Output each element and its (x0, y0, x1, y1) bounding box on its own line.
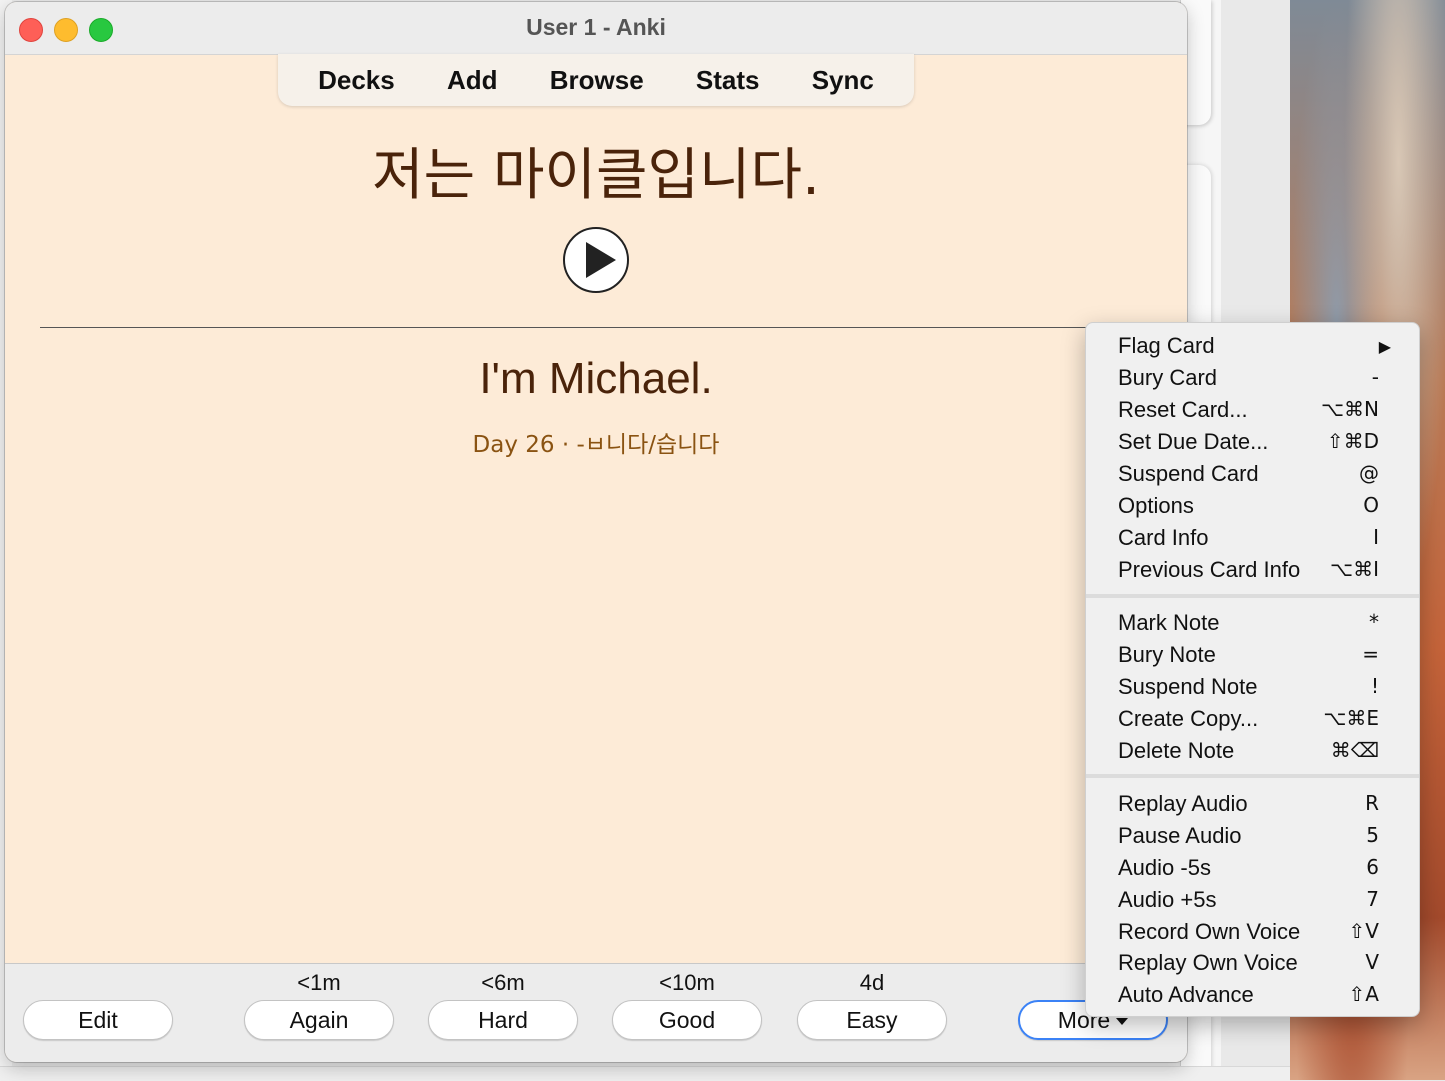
menu-item-auto-advance[interactable]: Auto Advance ⇧A (1086, 978, 1419, 1010)
play-circle-icon[interactable] (563, 227, 629, 293)
window-title: User 1 - Anki (526, 14, 666, 40)
menu-item-label: Delete Note (1118, 738, 1235, 763)
menu-item-shortcut: ⌥⌘N (1320, 397, 1379, 421)
menu-item-label: Mark Note (1118, 610, 1220, 635)
menu-item-label: Audio +5s (1118, 887, 1217, 912)
menu-item-label: Flag Card (1118, 333, 1215, 358)
menu-item-record-own-voice[interactable]: Record Own Voice ⇧V (1086, 915, 1419, 947)
menu-item-shortcut: V (1365, 950, 1379, 974)
menu-item-label: Card Info (1118, 525, 1209, 550)
menu-separator (1086, 594, 1419, 598)
menu-item-label: Auto Advance (1118, 982, 1254, 1007)
anki-window: User 1 - Anki Decks Add Browse Stats Syn… (5, 2, 1187, 1062)
menu-item-bury-card[interactable]: Bury Card - (1086, 361, 1419, 393)
toolbar-sync[interactable]: Sync (812, 65, 874, 96)
review-bottom-bar: Edit <1m Again <6m Hard <10m Good 4d Eas… (5, 963, 1187, 1062)
menu-item-delete-note[interactable]: Delete Note ⌘⌫ (1086, 734, 1419, 766)
menu-item-label: Suspend Note (1118, 674, 1258, 699)
menu-item-shortcut: ⇧A (1348, 982, 1379, 1006)
toolbar-stats[interactable]: Stats (696, 65, 760, 96)
menu-item-shortcut: = (1362, 642, 1379, 666)
hard-interval: <6m (481, 970, 525, 995)
card-back-text: I'm Michael. (479, 354, 713, 403)
again-interval: <1m (297, 970, 341, 995)
menu-item-label: Suspend Card (1118, 461, 1259, 486)
menu-item-shortcut: ! (1370, 674, 1379, 698)
menu-item-shortcut: R (1365, 791, 1379, 815)
toolbar-add[interactable]: Add (447, 65, 498, 96)
menu-item-suspend-card[interactable]: Suspend Card @ (1086, 457, 1419, 489)
menu-item-shortcut: ⌘⌫ (1330, 738, 1379, 762)
menu-item-shortcut: O (1363, 493, 1379, 517)
easy-button[interactable]: Easy (797, 1000, 947, 1040)
menu-item-replay-audio[interactable]: Replay Audio R (1086, 787, 1419, 819)
menu-item-bury-note[interactable]: Bury Note = (1086, 638, 1419, 670)
again-button[interactable]: Again (244, 1000, 394, 1040)
menu-item-shortcut: @ (1359, 461, 1379, 485)
menu-item-shortcut: - (1371, 365, 1379, 389)
menu-item-shortcut: I (1373, 525, 1379, 549)
menu-item-shortcut: ⇧V (1348, 919, 1379, 943)
menu-item-label: Create Copy... (1118, 706, 1259, 731)
card-front-text: 저는 마이클입니다. (372, 143, 820, 208)
card-answer-divider (40, 327, 1140, 328)
card-subtitle: Day 26 · -ㅂ니다/습니다 (472, 432, 720, 458)
background-window-bottom (0, 1066, 1290, 1081)
good-interval: <10m (659, 970, 715, 995)
menu-item-audio-back-5s[interactable]: Audio -5s 6 (1086, 851, 1419, 883)
menu-item-label: Previous Card Info (1118, 557, 1301, 582)
submenu-arrow-icon: ▶ (1378, 337, 1391, 356)
menu-item-flag-card[interactable]: Flag Card ▶ (1086, 329, 1419, 361)
menu-item-label: Record Own Voice (1118, 919, 1301, 944)
menu-item-shortcut: 5 (1366, 823, 1379, 847)
menu-item-pause-audio[interactable]: Pause Audio 5 (1086, 819, 1419, 851)
menu-item-label: Replay Audio (1118, 791, 1248, 816)
menu-item-card-info[interactable]: Card Info I (1086, 521, 1419, 553)
menu-item-label: Bury Card (1118, 365, 1218, 390)
good-button[interactable]: Good (612, 1000, 762, 1040)
menu-item-reset-card[interactable]: Reset Card... ⌥⌘N (1086, 393, 1419, 425)
menu-item-label: Audio -5s (1118, 855, 1211, 880)
menu-item-label: Reset Card... (1118, 397, 1248, 422)
menu-item-shortcut: 7 (1366, 887, 1379, 911)
chevron-down-icon (1116, 1018, 1129, 1026)
menu-item-previous-card-info[interactable]: Previous Card Info ⌥⌘I (1086, 553, 1419, 585)
toolbar-decks[interactable]: Decks (318, 65, 395, 96)
title-bar: User 1 - Anki (5, 2, 1187, 55)
menu-item-shortcut: 6 (1366, 855, 1379, 879)
menu-item-label: Pause Audio (1118, 823, 1242, 848)
menu-item-label: Bury Note (1118, 642, 1216, 667)
menu-item-shortcut: ⇧⌘D (1326, 429, 1379, 453)
menu-item-replay-own-voice[interactable]: Replay Own Voice V (1086, 946, 1419, 978)
toolbar-browse[interactable]: Browse (550, 65, 644, 96)
menu-item-label: Options (1118, 493, 1194, 518)
menu-item-options[interactable]: Options O (1086, 489, 1419, 521)
more-context-menu: Flag Card ▶ Bury Card - Reset Card... ⌥⌘… (1085, 322, 1420, 1017)
menu-item-create-copy[interactable]: Create Copy... ⌥⌘E (1086, 702, 1419, 734)
edit-button[interactable]: Edit (23, 1000, 173, 1040)
hard-button[interactable]: Hard (428, 1000, 578, 1040)
menu-item-label: Set Due Date... (1118, 429, 1269, 454)
menu-item-shortcut: ⌥⌘I (1330, 557, 1379, 581)
easy-interval: 4d (859, 970, 885, 995)
menu-item-suspend-note[interactable]: Suspend Note ! (1086, 670, 1419, 702)
menu-item-set-due-date[interactable]: Set Due Date... ⇧⌘D (1086, 425, 1419, 457)
menu-item-shortcut: ⌥⌘E (1323, 706, 1379, 730)
menu-item-audio-forward-5s[interactable]: Audio +5s 7 (1086, 883, 1419, 915)
menu-item-mark-note[interactable]: Mark Note * (1086, 606, 1419, 638)
menu-separator (1086, 774, 1419, 778)
menu-item-shortcut: * (1369, 610, 1379, 634)
menu-item-label: Replay Own Voice (1118, 950, 1298, 975)
main-toolbar: Decks Add Browse Stats Sync (278, 54, 914, 106)
